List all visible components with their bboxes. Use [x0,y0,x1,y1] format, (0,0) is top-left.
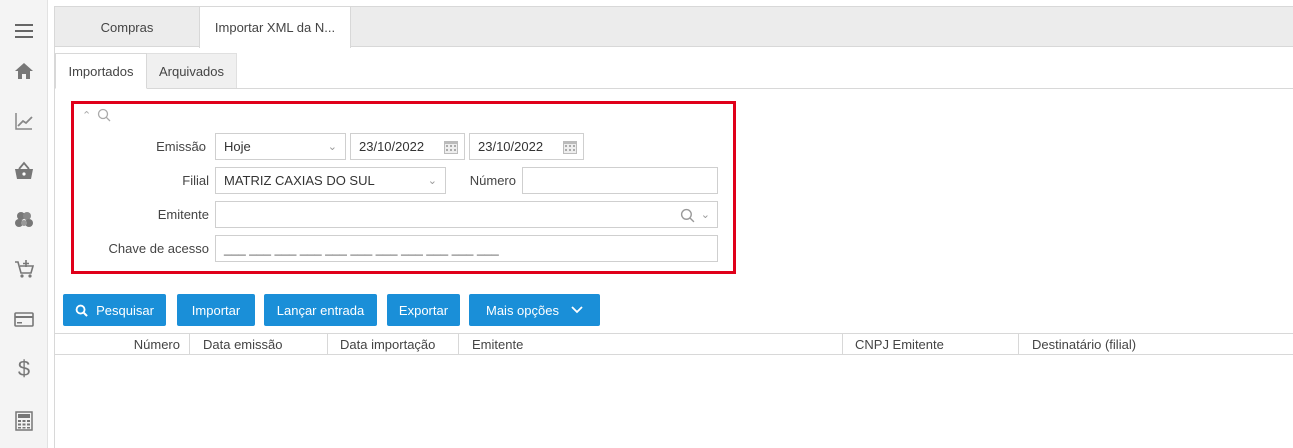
chevron-down-icon: ⌄ [327,141,337,153]
mais-opcoes-label: Mais opções [486,302,559,318]
filial-label: Filial [182,173,209,188]
emitente-label: Emitente [157,207,209,222]
tab-importar-xml[interactable]: Importar XML da N... [199,7,351,48]
mais-opcoes-button[interactable]: Mais opções [469,294,600,326]
emitente-input[interactable]: ⌄ [215,201,718,228]
tab-bar: Compras Importar XML da N... [55,7,1293,48]
col-cnpj-emitente[interactable]: CNPJ Emitente [843,334,1019,354]
search-icon[interactable] [680,208,695,223]
search-icon [75,304,88,317]
emissao-period-value: Hoje [224,139,251,154]
search-icon[interactable] [97,108,111,122]
boxes-icon[interactable] [0,200,48,238]
chevron-down-icon [571,306,583,314]
filial-select[interactable]: MATRIZ CAXIAS DO SUL ⌄ [215,167,446,194]
pesquisar-button[interactable]: Pesquisar [63,294,166,326]
subtab-importados[interactable]: Importados [55,53,147,89]
col-data-importacao[interactable]: Data importação [328,334,459,354]
subtab-arquivados[interactable]: Arquivados [147,53,237,89]
chevron-down-icon[interactable]: ⌄ [701,208,710,221]
dollar-icon[interactable]: $ [0,350,48,388]
chave-mask: ___ ___ ___ ___ ___ ___ ___ ___ ___ ___ … [224,241,499,256]
importar-button[interactable]: Importar [177,294,255,326]
calculator-icon[interactable] [0,402,48,440]
calendar-icon[interactable] [562,139,578,155]
exportar-button[interactable]: Exportar [387,294,460,326]
filial-value: MATRIZ CAXIAS DO SUL [224,173,375,188]
date-from-input[interactable]: 23/10/2022 [350,133,465,160]
numero-label: Número [469,173,516,188]
emissao-period-select[interactable]: Hoje ⌄ [215,133,346,160]
calendar-icon[interactable] [443,139,459,155]
chave-label: Chave de acesso [108,241,209,256]
menu-icon[interactable] [0,12,48,50]
home-icon[interactable] [0,52,48,90]
date-to-value: 23/10/2022 [478,139,544,154]
chevron-down-icon: ⌄ [427,175,437,187]
lancar-entrada-button[interactable]: Lançar entrada [264,294,377,326]
subtab-divider [55,88,1293,89]
main-area: Compras Importar XML da N... Importados … [54,6,1293,448]
chave-input[interactable]: ___ ___ ___ ___ ___ ___ ___ ___ ___ ___ … [215,235,718,262]
date-from-value: 23/10/2022 [359,139,425,154]
side-rail: $ [0,0,48,448]
col-numero[interactable]: Número [55,334,190,354]
basket-icon[interactable] [0,152,48,190]
emissao-label: Emissão [156,139,206,154]
grid-header: Número Data emissão Data importação Emit… [55,333,1293,355]
col-data-emissao[interactable]: Data emissão [190,334,328,354]
filter-panel: ⌃ Emissão ⌄ Hoje ⌄ 23/10/2022 23/10/2022… [71,101,736,274]
tab-compras[interactable]: Compras [55,7,199,47]
emissao-chevron-down-icon[interactable]: ⌄ [196,141,205,154]
pesquisar-label: Pesquisar [96,302,154,318]
numero-input[interactable] [522,167,718,194]
chart-icon[interactable] [0,102,48,140]
filter-toggle[interactable]: ⌃ [82,108,111,122]
chevron-up-icon[interactable]: ⌃ [82,109,91,122]
date-to-input[interactable]: 23/10/2022 [469,133,584,160]
cart-add-icon[interactable] [0,250,48,288]
card-icon[interactable] [0,300,48,338]
col-destinatario[interactable]: Destinatário (filial) [1019,334,1293,354]
col-emitente[interactable]: Emitente [459,334,843,354]
